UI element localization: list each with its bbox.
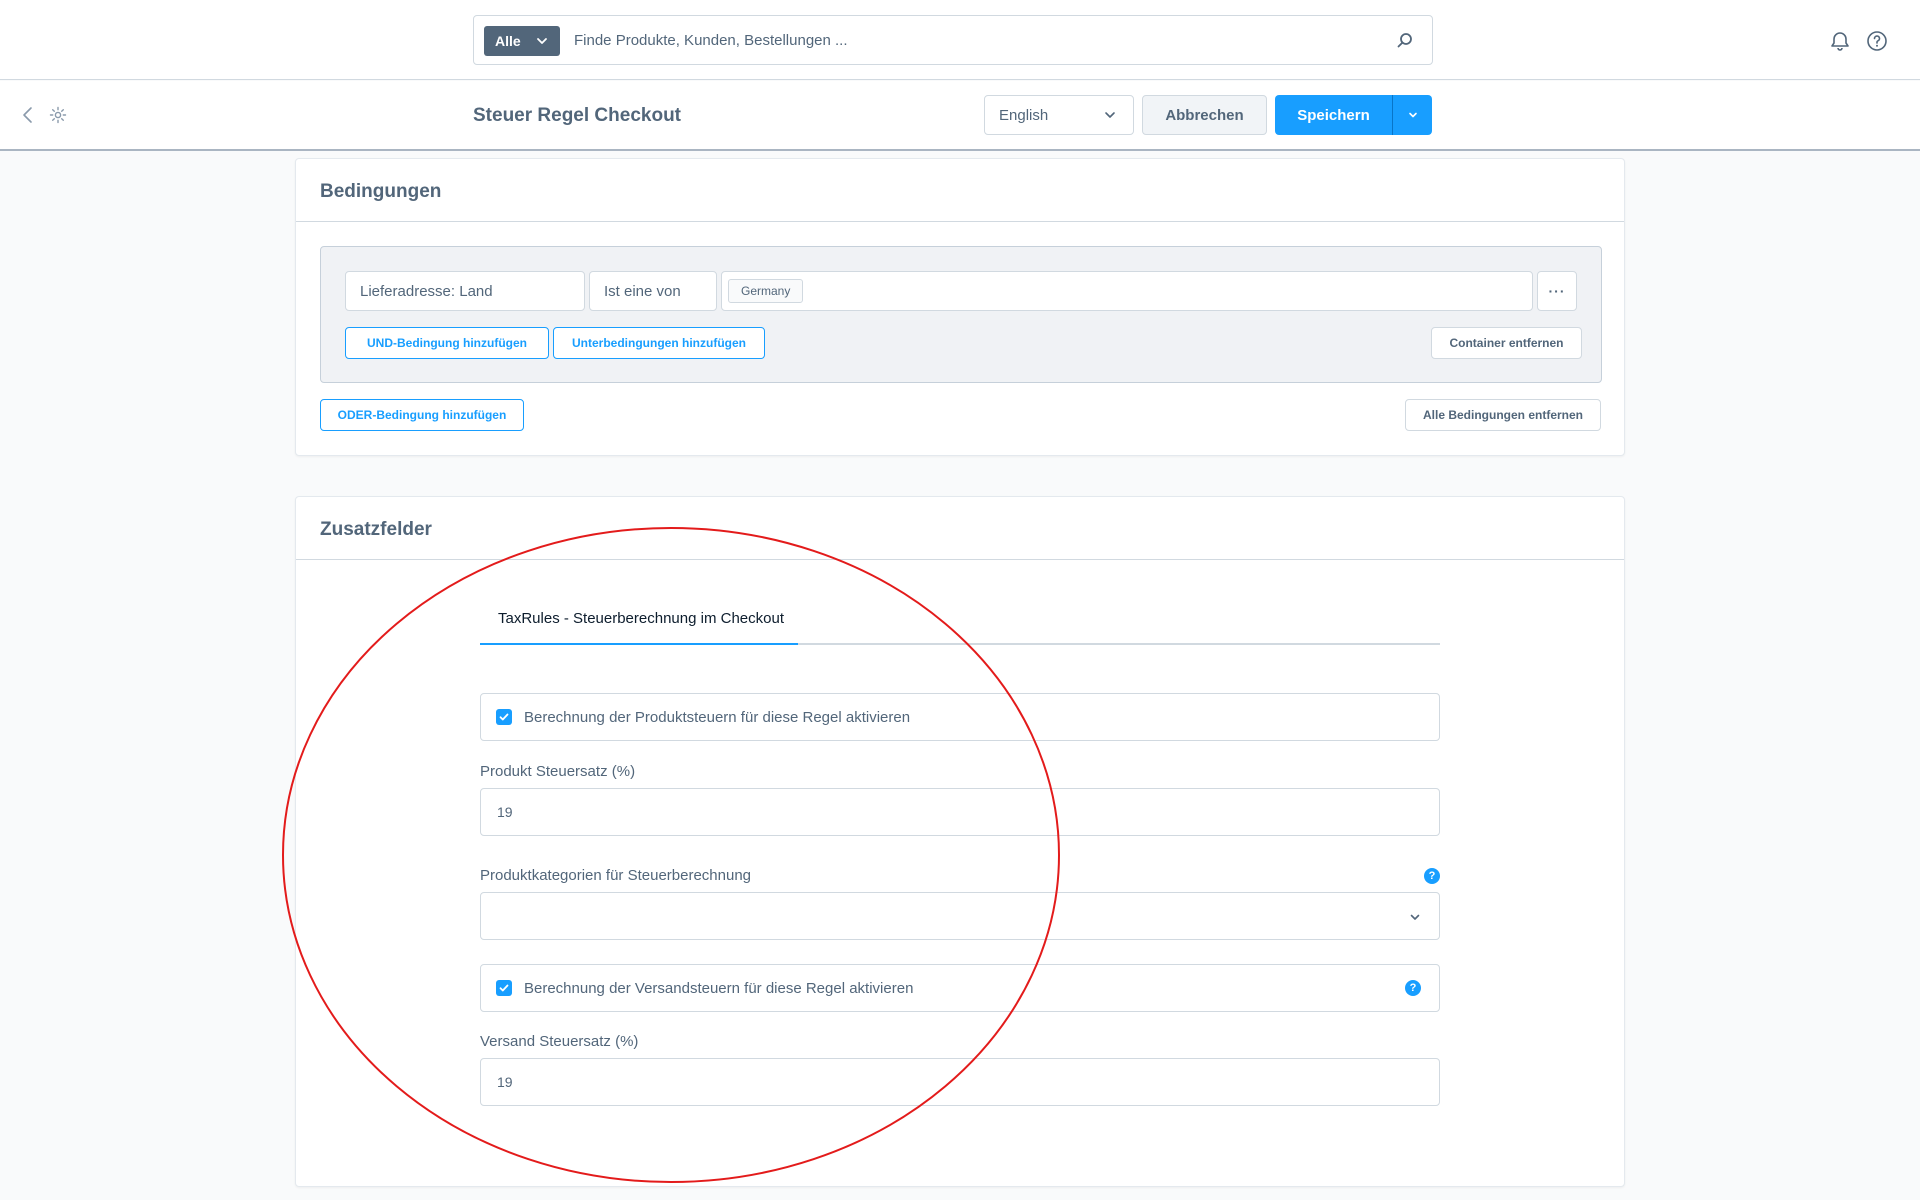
checkmark-icon [499, 713, 509, 721]
help-badge-icon[interactable]: ? [1405, 980, 1421, 996]
conditions-card: Bedingungen Lieferadresse: Land Ist eine… [295, 158, 1625, 456]
save-button[interactable]: Speichern [1275, 95, 1392, 135]
add-subcondition-button[interactable]: Unterbedingungen hinzufügen [553, 327, 765, 359]
checkmark-icon [499, 984, 509, 992]
help-badge-icon[interactable]: ? [1424, 868, 1440, 884]
condition-container: Lieferadresse: Land Ist eine von Germany… [320, 246, 1602, 383]
shipping-tax-checkbox[interactable] [496, 980, 512, 996]
condition-operator-label: Ist eine von [604, 282, 681, 300]
add-or-condition-button[interactable]: ODER-Bedingung hinzufügen [320, 399, 524, 431]
language-label: English [999, 106, 1049, 124]
categories-label: Produktkategorien für Steuerberechnung [480, 867, 752, 884]
value-tag[interactable]: Germany [728, 279, 804, 303]
shipping-tax-checkbox-label: Berechnung der Versandsteuern für diese … [524, 979, 914, 997]
shipping-rate-input[interactable]: 19 [480, 1058, 1440, 1106]
search-input[interactable] [574, 24, 1354, 56]
product-tax-checkbox[interactable] [496, 709, 512, 725]
remove-container-button[interactable]: Container entfernen [1431, 327, 1582, 359]
condition-field-label: Lieferadresse: Land [360, 282, 493, 300]
search-type-select[interactable]: Alle [484, 26, 560, 56]
chevron-down-icon [537, 38, 547, 44]
condition-field-select[interactable]: Lieferadresse: Land [345, 271, 585, 311]
cancel-button[interactable]: Abbrechen [1142, 95, 1267, 135]
condition-actions-button[interactable]: ··· [1537, 271, 1577, 311]
shipping-rate-label: Versand Steuersatz (%) [480, 1033, 639, 1050]
categories-select[interactable] [480, 892, 1440, 940]
top-bar: Alle [0, 0, 1920, 80]
chevron-down-icon [1105, 112, 1115, 118]
product-tax-checkbox-label: Berechnung der Produktsteuern für diese … [524, 708, 911, 726]
global-search: Alle [473, 15, 1433, 65]
condition-values-select[interactable]: Germany [721, 271, 1533, 311]
back-arrow-icon[interactable] [20, 106, 36, 124]
ellipsis-icon: ··· [1548, 283, 1566, 299]
custom-fields-title: Zusatzfelder [296, 497, 1624, 560]
conditions-title: Bedingungen [296, 159, 1624, 222]
language-select[interactable]: English [984, 95, 1134, 135]
shipping-tax-checkbox-row[interactable]: Berechnung der Versandsteuern für diese … [480, 964, 1440, 1012]
custom-field-tabs: TaxRules - Steuerberechnung im Checkout [480, 607, 1440, 645]
smart-bar: Steuer Regel Checkout English Abbrechen … [0, 81, 1920, 151]
tab-taxrules[interactable]: TaxRules - Steuerberechnung im Checkout [480, 607, 798, 645]
chevron-down-icon [1408, 112, 1417, 118]
custom-fields-card: Zusatzfelder TaxRules - Steuerberechnung… [295, 496, 1625, 1187]
gear-icon[interactable] [49, 106, 67, 124]
condition-operator-select[interactable]: Ist eine von [589, 271, 717, 311]
add-and-condition-button[interactable]: UND-Bedingung hinzufügen [345, 327, 549, 359]
search-type-label: Alle [495, 33, 521, 49]
remove-all-conditions-button[interactable]: Alle Bedingungen entfernen [1405, 399, 1601, 431]
page-title: Steuer Regel Checkout [473, 105, 681, 126]
search-icon[interactable] [1396, 31, 1414, 49]
product-tax-checkbox-row[interactable]: Berechnung der Produktsteuern für diese … [480, 693, 1440, 741]
product-rate-label: Produkt Steuersatz (%) [480, 763, 636, 780]
bell-icon[interactable] [1829, 30, 1851, 52]
chevron-down-icon [1410, 914, 1420, 920]
product-rate-input[interactable]: 19 [480, 788, 1440, 836]
help-icon[interactable] [1866, 30, 1888, 52]
save-options-button[interactable] [1392, 95, 1432, 135]
